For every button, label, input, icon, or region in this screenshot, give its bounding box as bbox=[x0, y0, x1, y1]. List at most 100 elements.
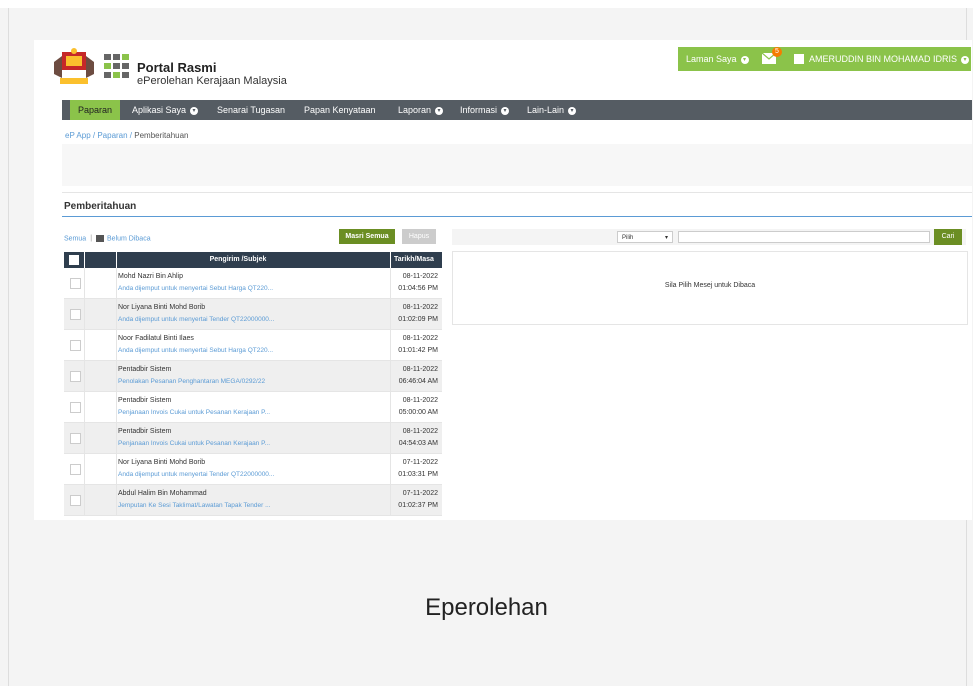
row-date: 07-11-2022 bbox=[402, 490, 438, 497]
breadcrumb-current: Pemberitahuan bbox=[134, 131, 189, 140]
breadcrumb: eP App / Paparan / Pemberitahuan bbox=[65, 131, 189, 140]
search-category-select[interactable]: Pilih ▾ bbox=[617, 231, 673, 243]
nav-item-paparan[interactable]: Paparan bbox=[70, 100, 121, 120]
row-date: 08-11-2022 bbox=[402, 428, 438, 435]
row-subject-link[interactable]: Anda dijemput untuk menyertai Tender QT2… bbox=[118, 471, 274, 478]
message-table: Pengirim /Subjek Tarikh/Masa Mohd Nazri … bbox=[64, 252, 442, 516]
malaysia-crest-icon bbox=[54, 48, 94, 84]
row-checkbox[interactable] bbox=[70, 309, 81, 320]
laman-saya-menu[interactable]: Laman Saya ▾ bbox=[686, 54, 749, 64]
search-input[interactable] bbox=[678, 231, 930, 243]
table-row[interactable]: Pentadbir Sistem Penjanaan Invois Cukai u… bbox=[64, 423, 442, 454]
outer-top-strip bbox=[0, 0, 973, 8]
filter-unread[interactable]: Belum Dibaca bbox=[107, 235, 151, 242]
column-divider bbox=[390, 268, 391, 298]
nav-item-informasi[interactable]: Informasi ▾ bbox=[460, 105, 510, 115]
column-divider bbox=[390, 423, 391, 453]
table-row[interactable]: Pentadbir Sistem Penolakan Pesanan Pengha… bbox=[64, 361, 442, 392]
row-date: 08-11-2022 bbox=[402, 304, 438, 311]
app-window: Portal Rasmi ePerolehan Kerajaan Malaysi… bbox=[34, 40, 972, 520]
chevron-down-icon: ▾ bbox=[501, 106, 510, 115]
nav-item-papan-kenyataan[interactable]: Papan Kenyataan bbox=[304, 105, 376, 115]
row-subject-link[interactable]: Anda dijemput untuk menyertai Tender QT2… bbox=[118, 316, 274, 323]
filter-all[interactable]: Semua bbox=[64, 235, 86, 242]
search-button[interactable]: Cari bbox=[934, 229, 962, 245]
column-divider bbox=[390, 485, 391, 515]
row-subject-link[interactable]: Jemputan Ke Sesi Taklimat/Lawatan Tapak … bbox=[118, 502, 270, 509]
nav-item-lain-lain[interactable]: Lain-Lain ▾ bbox=[527, 105, 577, 115]
spacer-band bbox=[62, 144, 972, 186]
user-name: AMERUDDIN BIN MOHAMAD IDRIS bbox=[809, 54, 958, 64]
table-header: Pengirim /Subjek Tarikh/Masa bbox=[64, 252, 442, 268]
chevron-down-icon: ▾ bbox=[568, 106, 577, 115]
column-divider bbox=[116, 330, 117, 360]
column-divider bbox=[84, 268, 85, 298]
row-subject-link[interactable]: Penolakan Pesanan Penghantaran MEGA/0292… bbox=[118, 378, 265, 385]
portal-subtitle: ePerolehan Kerajaan Malaysia bbox=[137, 75, 287, 87]
table-row[interactable]: Mohd Nazri Bin Ahlip Anda dijemput untuk … bbox=[64, 268, 442, 299]
nav-item-laporan[interactable]: Laporan ▾ bbox=[398, 105, 444, 115]
panel-title: Pemberitahuan bbox=[64, 201, 137, 212]
column-divider bbox=[84, 454, 85, 484]
chevron-down-icon: ▾ bbox=[435, 106, 444, 115]
chevron-down-icon: ▾ bbox=[664, 235, 668, 241]
row-sender: Nor Liyana Binti Mohd Borib bbox=[118, 459, 206, 466]
mark-all-button[interactable]: Masri Semua bbox=[339, 229, 395, 244]
portal-header: Portal Rasmi ePerolehan Kerajaan Malaysi… bbox=[34, 40, 972, 98]
user-avatar-icon bbox=[794, 54, 804, 64]
row-sender: Pentadbir Sistem bbox=[118, 366, 172, 373]
row-checkbox[interactable] bbox=[70, 371, 81, 382]
row-time: 04:54:03 AM bbox=[398, 440, 438, 447]
row-checkbox[interactable] bbox=[70, 340, 81, 351]
eperolehan-logo-icon bbox=[104, 54, 129, 78]
row-sender: Pentadbir Sistem bbox=[118, 397, 172, 404]
row-subject-link[interactable]: Penjanaan Invois Cukai untuk Pesanan Ker… bbox=[118, 409, 270, 416]
row-checkbox[interactable] bbox=[70, 278, 81, 289]
table-row[interactable]: Abdul Halim Bin Mohammad Jemputan Ke Sesi… bbox=[64, 485, 442, 516]
nav-item-senarai-tugasan[interactable]: Senarai Tugasan bbox=[217, 105, 285, 115]
delete-button[interactable]: Hapus bbox=[402, 229, 436, 244]
column-divider bbox=[390, 330, 391, 360]
user-topbar: Laman Saya ▾ 5 AMERUDDIN BIN MOHAMAD IDRI… bbox=[678, 47, 971, 71]
column-divider bbox=[84, 423, 85, 453]
select-all-checkbox[interactable] bbox=[69, 255, 79, 265]
user-menu[interactable]: AMERUDDIN BIN MOHAMAD IDRIS ▾ bbox=[809, 54, 970, 64]
breadcrumb-paparan[interactable]: Paparan bbox=[97, 131, 127, 140]
row-time: 01:04:56 PM bbox=[398, 285, 438, 292]
chevron-down-icon: ▾ bbox=[961, 55, 970, 64]
column-divider bbox=[84, 392, 85, 422]
message-filters: Semua | Belum Dibaca bbox=[64, 235, 151, 242]
filter-sep: | bbox=[90, 235, 93, 243]
column-divider bbox=[116, 361, 117, 391]
row-time: 01:01:42 PM bbox=[398, 347, 438, 354]
row-checkbox[interactable] bbox=[70, 464, 81, 475]
nav-item-aplikasi-saya[interactable]: Aplikasi Saya ▾ bbox=[132, 105, 199, 115]
header-subject: Pengirim /Subjek bbox=[209, 256, 267, 263]
column-divider bbox=[116, 392, 117, 422]
row-time: 05:00:00 AM bbox=[398, 409, 438, 416]
table-row[interactable]: Pentadbir Sistem Penjanaan Invois Cukai u… bbox=[64, 392, 442, 423]
nav-label: Aplikasi Saya bbox=[132, 105, 187, 115]
header-date: Tarikh/Masa bbox=[394, 256, 434, 263]
row-subject-link[interactable]: Anda dijemput untuk menyertai Sebut Harg… bbox=[118, 347, 273, 354]
mail-count-badge: 5 bbox=[772, 47, 782, 57]
column-divider bbox=[116, 299, 117, 329]
table-row[interactable]: Nor Liyana Binti Mohd Borib Anda dijemput… bbox=[64, 299, 442, 330]
table-row[interactable]: Noor Fadilatul Binti Ilaes Anda dijemput … bbox=[64, 330, 442, 361]
row-subject-link[interactable]: Anda dijemput untuk menyertai Sebut Harg… bbox=[118, 285, 273, 292]
breadcrumb-ep-app[interactable]: eP App bbox=[65, 131, 91, 140]
main-nav: Paparan Aplikasi Saya ▾ Senarai Tugasan P… bbox=[62, 100, 972, 120]
row-checkbox[interactable] bbox=[70, 495, 81, 506]
search-bar: Pilih ▾ Cari bbox=[452, 229, 966, 245]
nav-label: Informasi bbox=[460, 105, 498, 115]
row-checkbox[interactable] bbox=[70, 433, 81, 444]
row-sender: Nor Liyana Binti Mohd Borib bbox=[118, 304, 206, 311]
row-checkbox[interactable] bbox=[70, 402, 81, 413]
column-divider bbox=[84, 252, 85, 268]
column-divider bbox=[390, 299, 391, 329]
row-subject-link[interactable]: Penjanaan Invois Cukai untuk Pesanan Ker… bbox=[118, 440, 270, 447]
nav-label: Lain-Lain bbox=[527, 105, 565, 115]
select-value: Pilih bbox=[622, 235, 634, 241]
calendar-icon bbox=[96, 235, 105, 242]
table-row[interactable]: Nor Liyana Binti Mohd Borib Anda dijemput… bbox=[64, 454, 442, 485]
